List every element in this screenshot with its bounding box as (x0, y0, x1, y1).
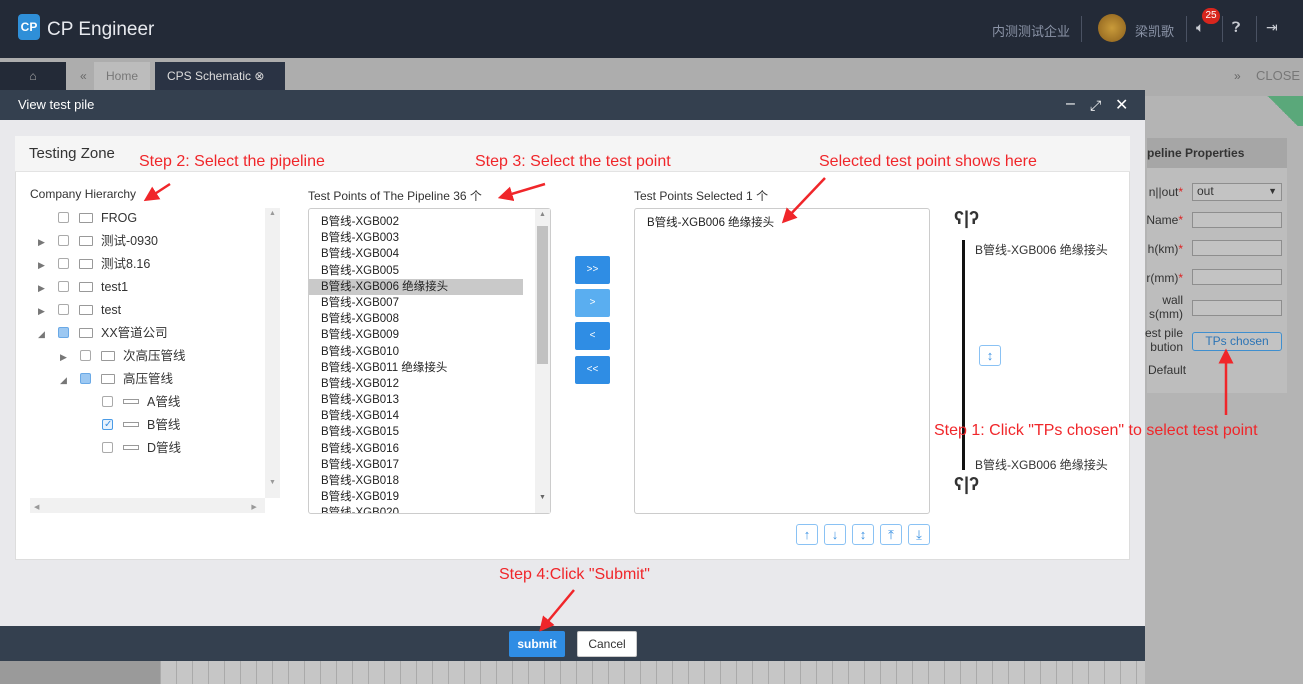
arrow (539, 589, 575, 632)
arrow (781, 177, 826, 224)
arrow (497, 182, 546, 202)
annotation-arrows (143, 177, 1234, 632)
arrow (143, 182, 171, 202)
